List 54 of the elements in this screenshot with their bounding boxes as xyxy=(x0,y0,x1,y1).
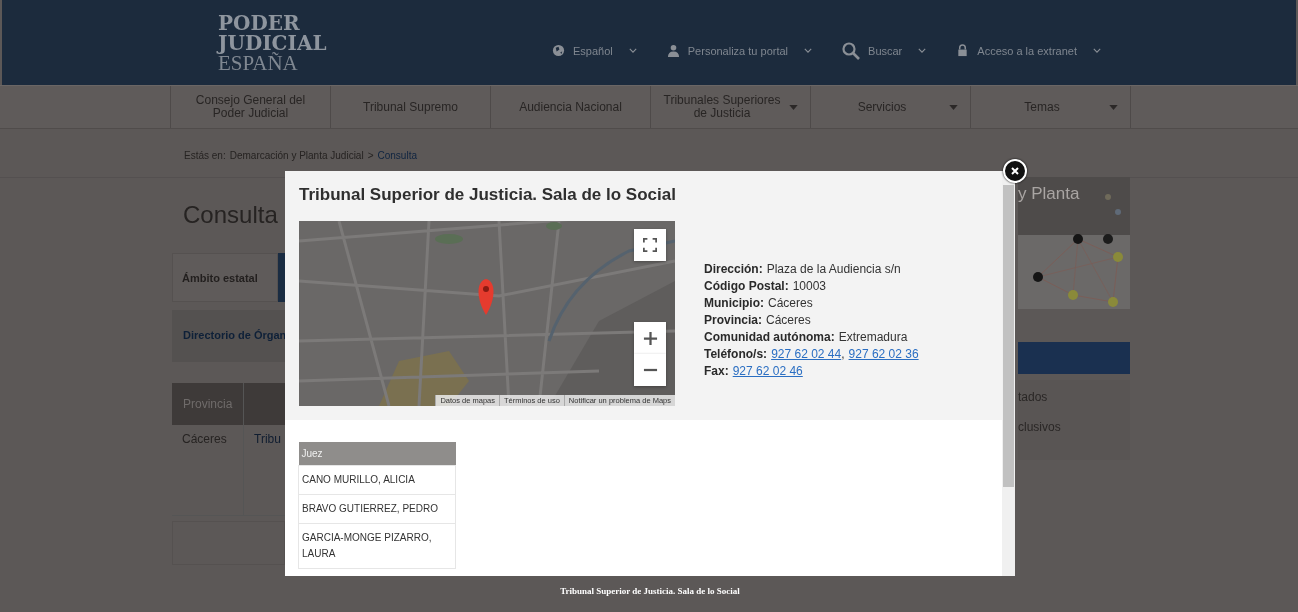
zoom-out-button[interactable] xyxy=(634,354,666,386)
detail-label: Código Postal: xyxy=(704,278,789,295)
zoom-in-button[interactable] xyxy=(634,322,666,354)
table-cell: GARCIA-MONGE PIZARRO, LAURA xyxy=(298,523,456,569)
directory-link[interactable]: Directorio de Órgan xyxy=(183,329,287,341)
modal-caption: Tribunal Superior de Justicia. Sala de lo Social xyxy=(559,586,741,596)
fullscreen-button[interactable] xyxy=(634,229,666,261)
detail-label: Fax: xyxy=(704,363,729,380)
header-link[interactable]: Español xyxy=(552,41,637,60)
tab[interactable]: Ámbito estatal xyxy=(172,253,278,302)
plus-icon xyxy=(642,330,658,346)
caret-icon xyxy=(1109,104,1118,110)
breadcrumb-link[interactable]: Consulta xyxy=(377,150,417,161)
detail-label: Municipio: xyxy=(704,295,764,312)
logo-text[interactable]: PODER xyxy=(218,12,418,33)
caret-icon xyxy=(949,104,958,110)
header-link[interactable]: Buscar xyxy=(842,41,927,60)
detail-value: 10003 xyxy=(792,278,827,295)
globe-icon xyxy=(552,44,565,57)
modal-title: Tribunal Superior de Justicia. Sala de lo Social xyxy=(299,185,677,205)
phone-link[interactable]: 927 62 02 46 xyxy=(732,363,803,380)
chevron-down-icon xyxy=(628,48,637,53)
logo-text[interactable]: JUDICIAL xyxy=(218,32,418,53)
header-link[interactable]: Acceso a la extranet xyxy=(956,41,1101,60)
lock-icon xyxy=(956,44,970,57)
table-cell: BRAVO GUTIERREZ, PEDRO xyxy=(298,494,456,524)
detail-label: Dirección: xyxy=(704,261,763,278)
chevron-down-icon xyxy=(1092,48,1101,53)
detail-label: Comunidad autónoma: xyxy=(704,329,835,346)
chevron-down-icon xyxy=(804,48,813,53)
detail-label: Teléfono/s: xyxy=(704,346,768,363)
caret-icon xyxy=(789,104,798,110)
detail-value: Cáceres xyxy=(766,312,811,329)
breadcrumb-separator: > xyxy=(367,150,374,161)
detail-value: Cáceres xyxy=(768,295,813,312)
header-link[interactable]: Personaliza tu portal xyxy=(666,41,813,60)
banner-title: y Planta xyxy=(1018,184,1080,204)
table-header-cell: Juez xyxy=(298,442,456,466)
logo-text[interactable]: ESPAÑA xyxy=(218,52,418,73)
search-icon xyxy=(842,41,861,60)
minus-icon xyxy=(642,368,658,372)
close-button[interactable] xyxy=(1003,159,1027,183)
fullscreen-icon xyxy=(643,238,657,252)
phone-link[interactable]: 927 62 02 36 xyxy=(848,346,919,363)
close-icon xyxy=(1010,166,1020,176)
scrollbar[interactable] xyxy=(1002,171,1015,576)
detail-value: Extremadura xyxy=(838,329,908,346)
chevron-down-icon xyxy=(918,48,927,53)
detail-label: Provincia: xyxy=(704,312,763,329)
user-icon xyxy=(666,44,680,57)
detail-value: Plaza de la Audiencia s/n xyxy=(766,261,901,278)
table-cell: CANO MURILLO, ALICIA xyxy=(298,465,456,495)
separator-text: , xyxy=(841,346,845,363)
table-cell-text: Tribu xyxy=(253,431,282,448)
